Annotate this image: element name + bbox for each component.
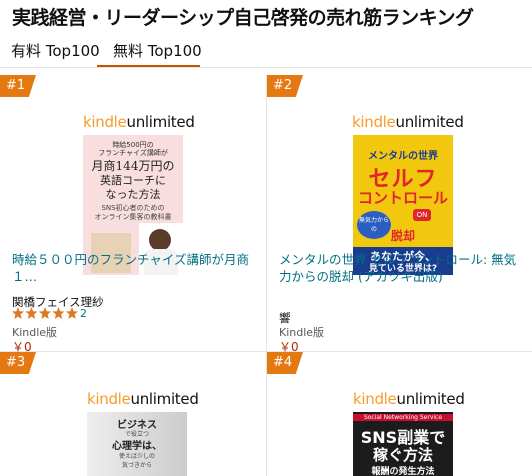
rank-badge: #3: [0, 352, 36, 374]
kindle-unlimited-logo: kindleunlimited: [352, 113, 464, 131]
book-cover[interactable]: ビジネス で役立つ 心理学は、 使えば少しの 気づきから: [87, 412, 187, 476]
rank-badge: #1: [0, 75, 36, 97]
book-cover[interactable]: Social Networking Service SNS副業で 稼ぐ方法 報酬…: [353, 412, 453, 476]
product-card-1: #1 kindleunlimited 時給500円の フランチャイズ講師が 月商…: [0, 75, 266, 354]
product-title-link[interactable]: 時給５００円のフランチャイズ講師が月商１…: [12, 251, 257, 285]
product-card-3: #3 kindleunlimited ビジネス で役立つ 心理学は、 使えば少し…: [0, 352, 266, 476]
tab-free-top100[interactable]: 無料 Top100: [113, 40, 202, 61]
kindle-unlimited-logo: kindleunlimited: [353, 390, 465, 408]
rank-badge: #2: [267, 75, 303, 97]
kindle-unlimited-logo: kindleunlimited: [87, 390, 199, 408]
tab-bar: 有料 Top100 無料 Top100: [0, 36, 532, 68]
rank-badge: #4: [267, 352, 303, 374]
star-icon: [12, 307, 78, 319]
switch-icon: ON: [413, 209, 431, 221]
star-rating[interactable]: [12, 306, 80, 325]
rating-count-link[interactable]: 2: [80, 307, 87, 320]
tab-paid-top100[interactable]: 有料 Top100: [11, 40, 100, 61]
product-card-2: #2 kindleunlimited メンタルの世界 セルフ コントロール 無気…: [267, 75, 532, 354]
product-title-link[interactable]: メンタルの世界 セルフコントロール: 無気力からの脱却 (アカツキ出版): [279, 251, 524, 285]
page-title: 実践経営・リーダーシップ自己啓発の売れ筋ランキング: [12, 7, 474, 29]
tab-divider: [0, 67, 532, 68]
product-card-4: #4 kindleunlimited Social Networking Ser…: [267, 352, 532, 476]
kindle-unlimited-logo: kindleunlimited: [83, 113, 195, 131]
